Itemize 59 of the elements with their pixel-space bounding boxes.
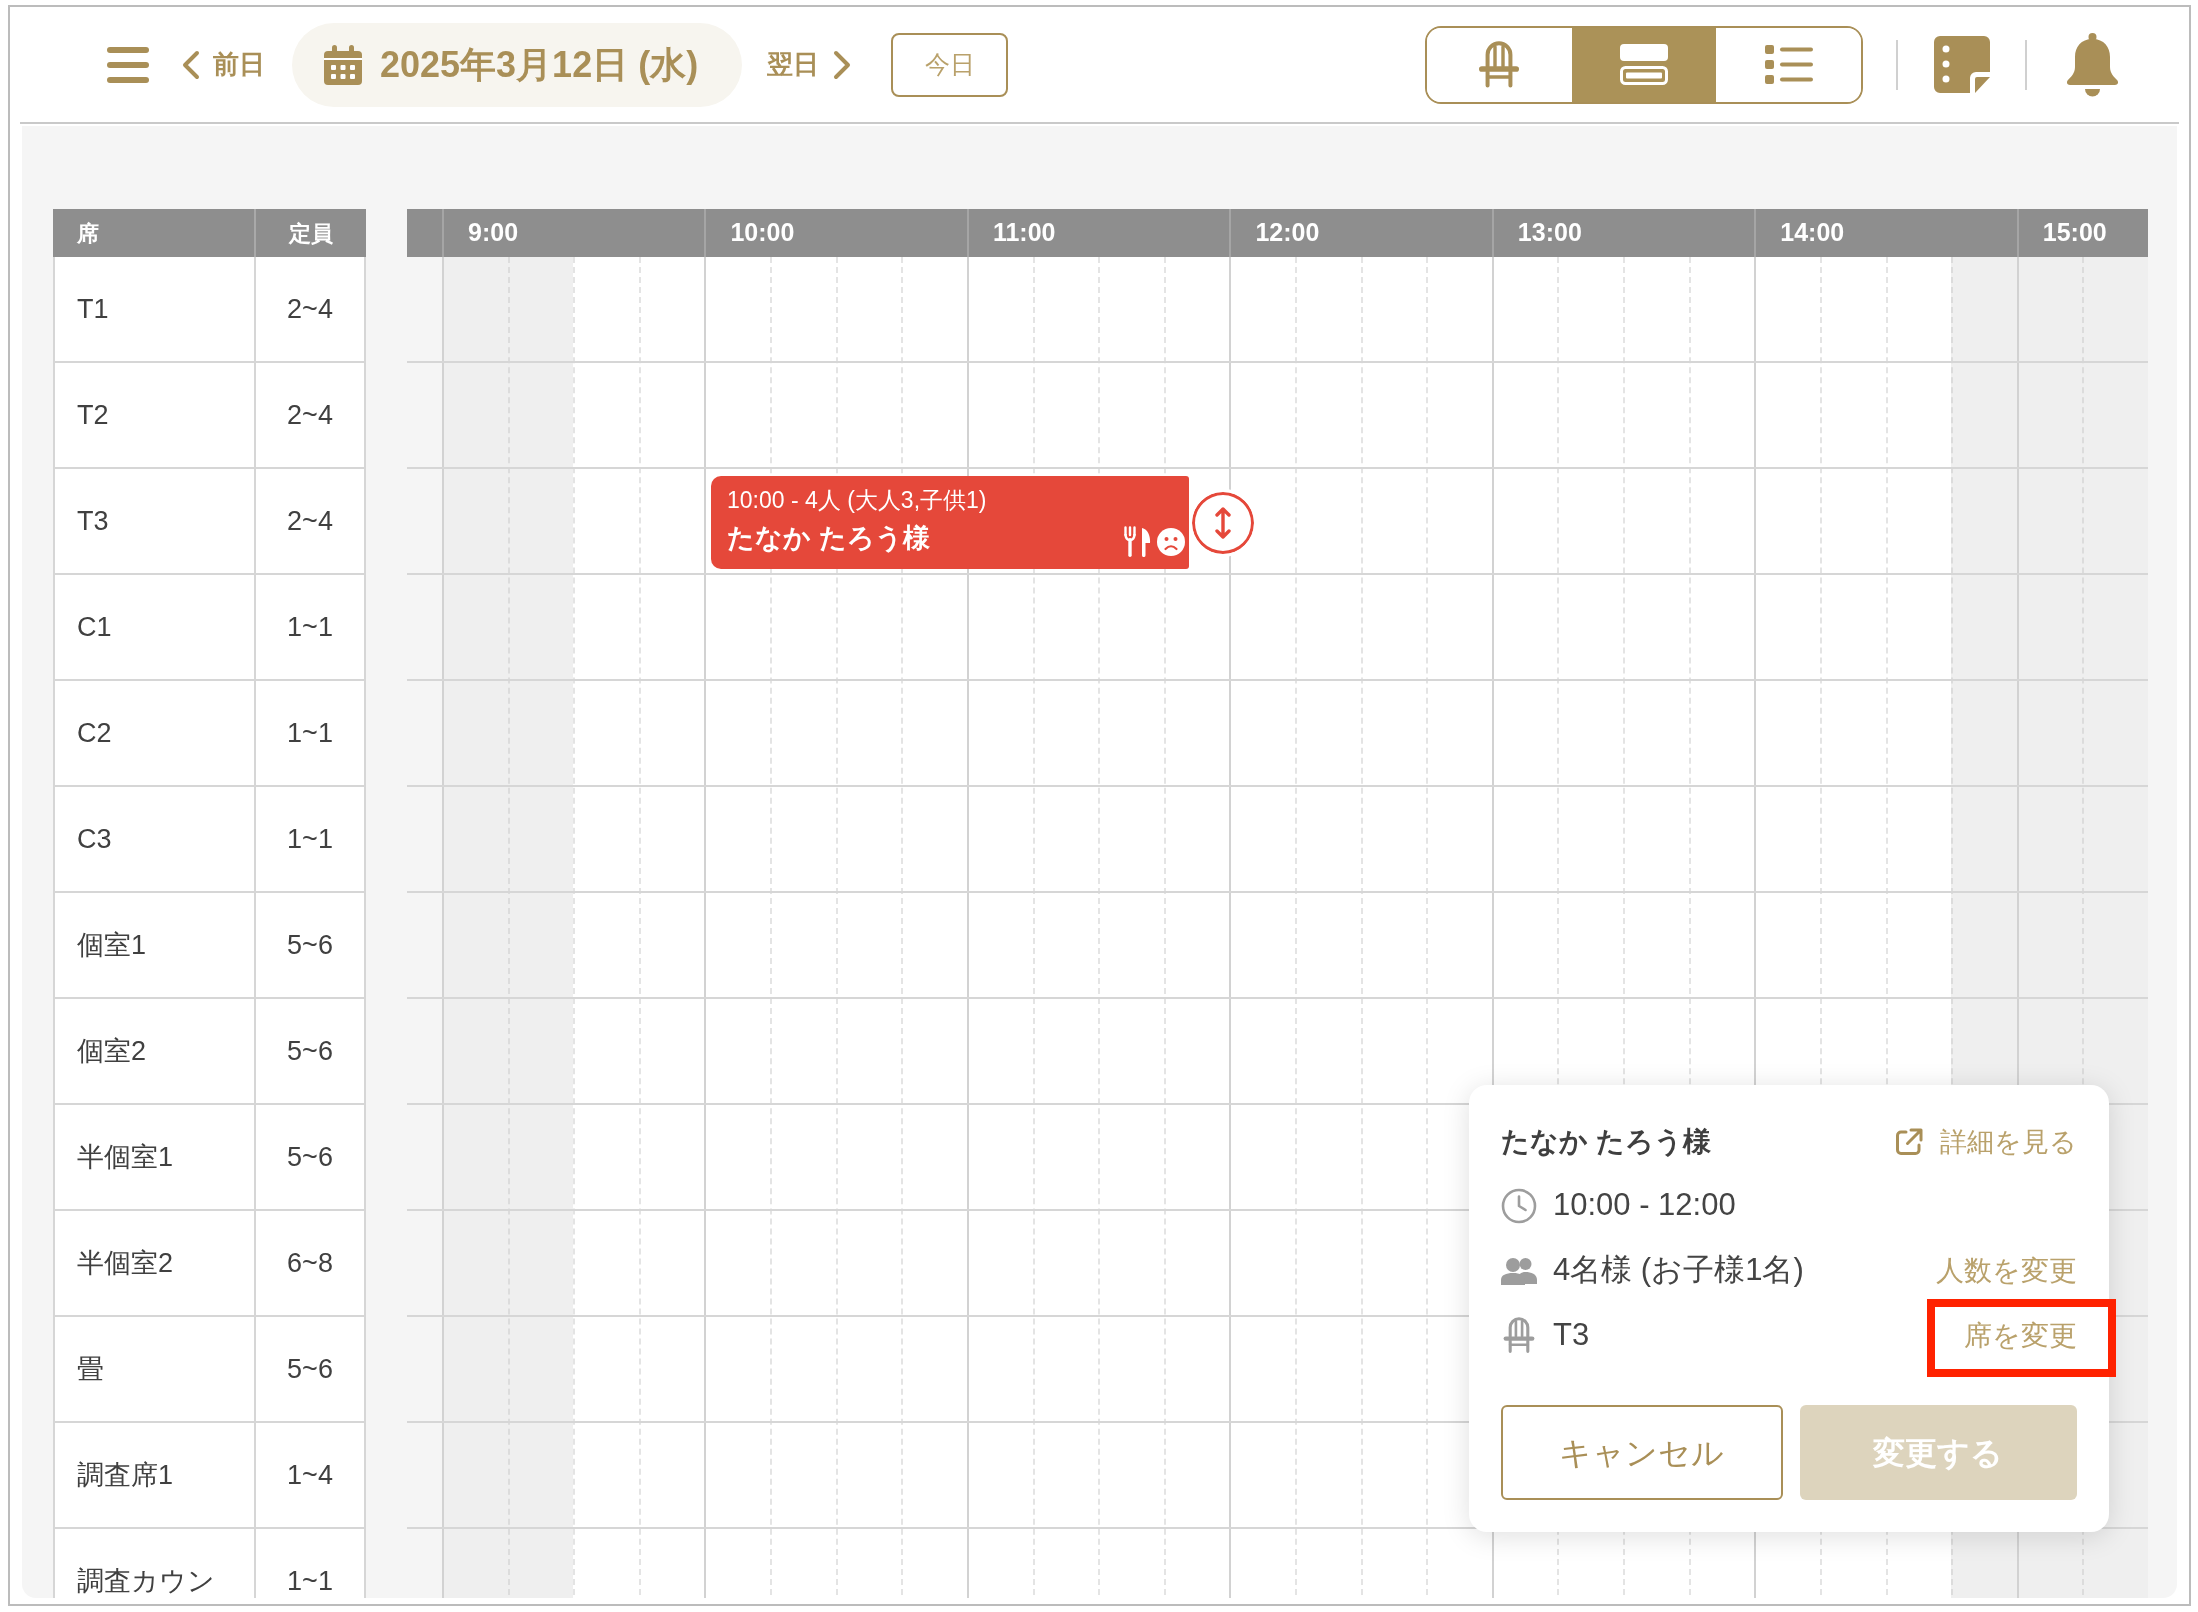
table-cell: 半個室1 <box>53 1105 256 1209</box>
up-down-arrow-icon <box>1215 506 1231 540</box>
table-cell: C1 <box>53 575 256 679</box>
change-party-size-link[interactable]: 人数を変更 <box>1936 1256 2077 1285</box>
seat-name: T3 <box>1553 1316 1590 1355</box>
table-cell: 1~1 <box>256 681 366 785</box>
table-cell: 個室2 <box>53 999 256 1103</box>
chevron-right-icon <box>833 49 851 80</box>
table-cell: T3 <box>53 469 256 573</box>
table-cell: 1~1 <box>256 575 366 679</box>
table-cell: 5~6 <box>256 999 366 1103</box>
table-cell: 5~6 <box>256 1105 366 1209</box>
clock-icon <box>1501 1187 1537 1224</box>
date-picker-button[interactable]: 2025年3月12日 (水) <box>292 22 742 107</box>
table-cell: 1~4 <box>256 1423 366 1527</box>
fork-knife-icon <box>1123 526 1153 557</box>
table-cell: 調査席1 <box>53 1423 256 1527</box>
view-tab[interactable] <box>1571 27 1717 102</box>
party-size: 4名様 (お子様1名) <box>1553 1251 1804 1290</box>
list-icon <box>1764 45 1813 84</box>
guest-name: たなか たろう様 <box>727 522 930 555</box>
table-cell: 2~4 <box>256 469 366 573</box>
column-header: 席 <box>53 209 256 257</box>
reservation-block[interactable]: 10:00 - 4人 (大人3,子供1) たなか たろう様 <box>711 476 1189 569</box>
sad-face-icon <box>1157 528 1185 556</box>
next-day-button[interactable]: 翌日 <box>767 45 851 84</box>
table-cell: 個室1 <box>53 893 256 997</box>
table-cell: 2~4 <box>256 363 366 467</box>
table-cell: T2 <box>53 363 256 467</box>
popup-title: たなか たろう様 <box>1501 1125 1711 1159</box>
chevron-left-icon <box>182 49 200 80</box>
time-range: 10:00 - 12:00 <box>1553 1186 1736 1225</box>
reservation-summary: 10:00 - 4人 (大人3,子供1) <box>727 486 987 515</box>
column-header: 定員 <box>256 209 366 257</box>
people-icon <box>1501 1256 1537 1285</box>
table-cell: 1~1 <box>256 787 366 891</box>
table-cell: 調査カウン <box>53 1529 256 1598</box>
table-cell: 5~6 <box>256 1317 366 1421</box>
table-cell: T1 <box>53 257 256 361</box>
calendar-icon <box>324 44 362 85</box>
cancel-button[interactable]: キャンセル <box>1501 1405 1783 1500</box>
table-cell: C2 <box>53 681 256 785</box>
previous-day-button[interactable]: 前日 <box>182 45 265 84</box>
view-details-link[interactable]: 詳細を見る <box>1895 1121 2077 1163</box>
menu-icon[interactable] <box>107 45 149 84</box>
table-cell: 2~4 <box>256 257 366 361</box>
table-cell: 5~6 <box>256 893 366 997</box>
chair-icon <box>1478 40 1521 89</box>
table-cell: 6~8 <box>256 1211 366 1315</box>
external-link-icon <box>1895 1128 1923 1156</box>
table-cell: 畳 <box>53 1317 256 1421</box>
stacked-bars-icon <box>1620 44 1668 85</box>
note-icon[interactable] <box>1934 36 1990 93</box>
today-button[interactable]: 今日 <box>891 32 1008 97</box>
change-seat-link[interactable]: 席を変更 <box>1964 1321 2077 1350</box>
table-cell: 1~1 <box>256 1529 366 1598</box>
table-cell: 半個室2 <box>53 1211 256 1315</box>
table-cell: C3 <box>53 787 256 891</box>
chair-icon <box>1503 1317 1535 1354</box>
